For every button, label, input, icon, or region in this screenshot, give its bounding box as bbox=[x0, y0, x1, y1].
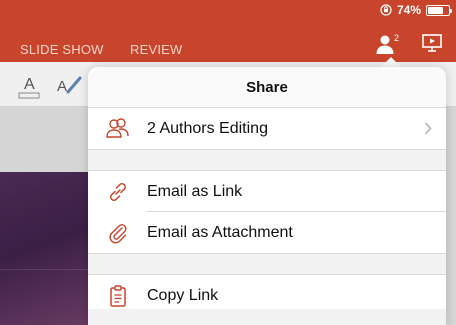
clipboard-icon bbox=[110, 285, 126, 307]
email-as-attachment-row[interactable]: Email as Attachment bbox=[88, 212, 446, 253]
email-as-link-row[interactable]: Email as Link bbox=[88, 171, 446, 212]
battery-icon bbox=[426, 4, 452, 16]
svg-text:A: A bbox=[24, 76, 35, 93]
authors-button-icon[interactable]: 2 bbox=[375, 32, 401, 56]
share-popover: Share 2 Authors Editing Email as Link Em… bbox=[88, 67, 446, 325]
tab-review[interactable]: REVIEW bbox=[130, 42, 182, 57]
status-bar: 74% bbox=[0, 0, 456, 22]
chevron-right-icon bbox=[424, 122, 432, 135]
email-as-attachment-label: Email as Attachment bbox=[147, 223, 293, 241]
ribbon: SLIDE SHOW REVIEW 2 bbox=[0, 22, 456, 62]
present-icon[interactable] bbox=[421, 32, 443, 54]
popover-bottom-area bbox=[88, 309, 446, 325]
email-as-link-label: Email as Link bbox=[147, 182, 243, 200]
link-icon bbox=[110, 183, 126, 201]
copy-link-label: Copy Link bbox=[147, 286, 219, 304]
svg-text:A: A bbox=[57, 78, 67, 95]
status-bar-right: 74% bbox=[380, 3, 452, 17]
authors-editing-label: 2 Authors Editing bbox=[147, 119, 268, 137]
tab-slide-show[interactable]: SLIDE SHOW bbox=[20, 42, 104, 57]
battery-percent: 74% bbox=[396, 3, 421, 17]
format-painter-icon[interactable]: A bbox=[56, 74, 84, 96]
battery-fill bbox=[428, 6, 443, 14]
authors-editing-row[interactable]: 2 Authors Editing bbox=[88, 108, 446, 149]
section-separator bbox=[88, 253, 446, 275]
section-separator bbox=[88, 149, 446, 171]
popover-title: Share bbox=[88, 67, 446, 108]
paperclip-icon bbox=[109, 224, 127, 244]
rotation-lock-icon bbox=[380, 4, 392, 16]
font-color-icon[interactable]: A bbox=[16, 72, 42, 100]
authors-icon bbox=[106, 118, 129, 138]
authors-count: 2 bbox=[394, 33, 399, 43]
